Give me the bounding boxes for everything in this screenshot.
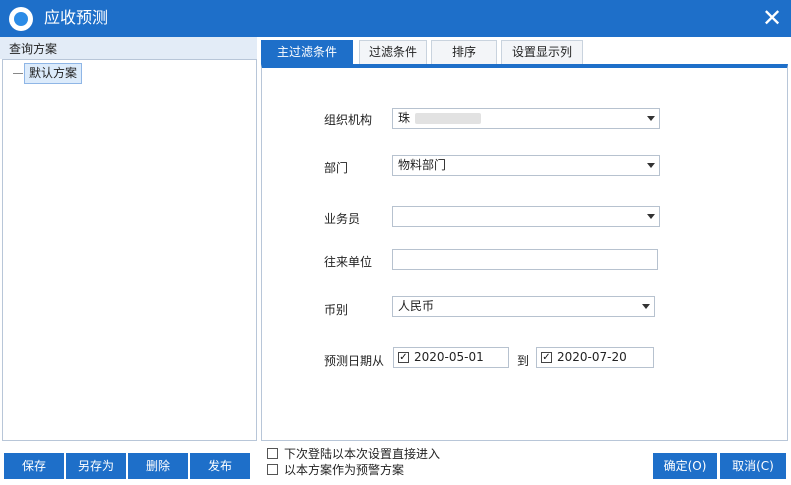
chevron-down-icon xyxy=(642,304,650,309)
dept-select[interactable]: 物料部门 xyxy=(392,155,660,176)
save-button[interactable]: 保存 xyxy=(4,453,64,479)
alert-scheme-option[interactable]: 以本方案作为预警方案 xyxy=(267,463,507,477)
save-as-button[interactable]: 另存为 xyxy=(66,453,126,479)
main-filter-panel: 组织机构 珠 部门 物料部门 业务员 往来单位 币别 人民币 预测日期从 ✓ 2… xyxy=(261,64,788,441)
chevron-down-icon xyxy=(647,214,655,219)
chevron-down-icon xyxy=(647,116,655,121)
date-from-checkbox[interactable]: ✓ xyxy=(398,352,409,363)
tree-connector xyxy=(13,73,23,74)
window-title: 应收预测 xyxy=(44,8,109,27)
currency-value: 人民币 xyxy=(398,299,435,313)
redacted-mask xyxy=(415,113,481,124)
date-from-field[interactable]: ✓ 2020-05-01 xyxy=(393,347,509,368)
chevron-down-icon xyxy=(647,163,655,168)
currency-select[interactable]: 人民币 xyxy=(392,296,655,317)
auto-enter-label: 下次登陆以本次设置直接进入 xyxy=(284,447,441,461)
tab-filter[interactable]: 过滤条件 xyxy=(359,40,427,64)
cancel-button[interactable]: 取消(C) xyxy=(720,453,786,479)
org-select[interactable]: 珠 xyxy=(392,108,660,129)
close-icon[interactable]: ✕ xyxy=(759,5,785,31)
delete-button[interactable]: 删除 xyxy=(128,453,188,479)
salesman-label: 业务员 xyxy=(324,212,361,226)
currency-label: 币别 xyxy=(324,303,349,317)
alert-scheme-label: 以本方案作为预警方案 xyxy=(284,463,405,477)
scheme-tree[interactable]: 默认方案 xyxy=(2,59,257,441)
partner-input[interactable] xyxy=(392,249,658,270)
alert-scheme-checkbox[interactable] xyxy=(267,464,278,475)
date-to-checkbox[interactable]: ✓ xyxy=(541,352,552,363)
footer-bar: 保存 另存为 删除 发布 下次登陆以本次设置直接进入 以本方案作为预警方案 确定… xyxy=(0,441,791,485)
date-to-value: 2020-07-20 xyxy=(557,350,627,364)
query-scheme-label: 查询方案 xyxy=(9,42,58,56)
auto-enter-checkbox[interactable] xyxy=(267,448,278,459)
dept-value: 物料部门 xyxy=(398,158,447,172)
forecast-date-label: 预测日期从 xyxy=(324,354,385,368)
tab-display-columns[interactable]: 设置显示列 xyxy=(501,40,583,64)
tab-sort[interactable]: 排序 xyxy=(431,40,497,64)
tree-item-default-scheme[interactable]: 默认方案 xyxy=(24,63,83,84)
app-logo-icon xyxy=(9,7,33,31)
salesman-select[interactable] xyxy=(392,206,660,227)
date-to-label: 到 xyxy=(517,354,530,368)
tab-main-filter[interactable]: 主过滤条件 xyxy=(261,40,353,64)
title-bar: 应收预测 ✕ xyxy=(0,0,791,37)
dept-label: 部门 xyxy=(324,161,349,175)
partner-label: 往来单位 xyxy=(324,255,373,269)
auto-enter-option[interactable]: 下次登陆以本次设置直接进入 xyxy=(267,447,507,461)
publish-button[interactable]: 发布 xyxy=(190,453,250,479)
tab-bar: 主过滤条件 过滤条件 排序 设置显示列 xyxy=(261,37,791,64)
date-from-value: 2020-05-01 xyxy=(414,350,484,364)
query-scheme-header: 查询方案 xyxy=(0,37,257,59)
date-to-field[interactable]: ✓ 2020-07-20 xyxy=(536,347,654,368)
org-value: 珠 xyxy=(398,111,411,125)
org-label: 组织机构 xyxy=(324,113,373,127)
ok-button[interactable]: 确定(O) xyxy=(653,453,717,479)
